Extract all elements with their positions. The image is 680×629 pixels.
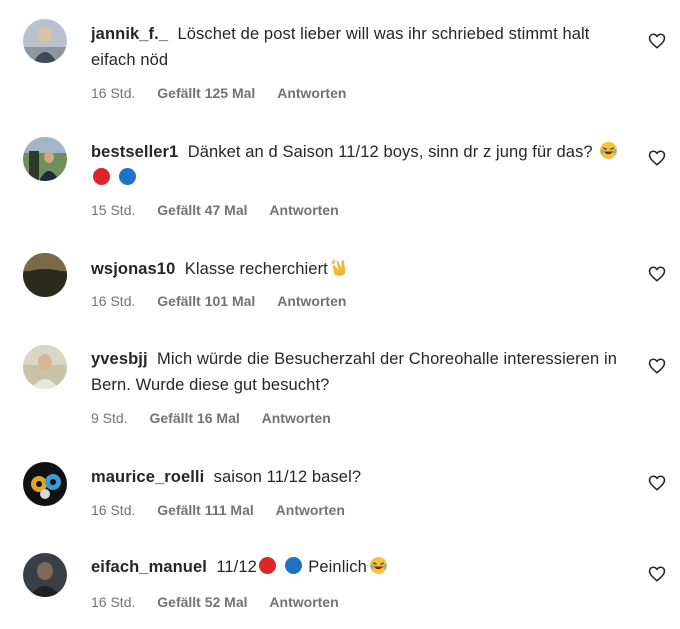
comment-body: Dänket an d Saison 11/12 boys, sinn dr z…: [187, 143, 593, 161]
avatar-photo-icon: [23, 137, 67, 181]
avatar[interactable]: [23, 137, 67, 181]
comment-body: Mich würde die Besucherzahl der Choreoha…: [91, 350, 618, 394]
comment-meta: 9 Std. Gefällt 16 Mal Antworten: [91, 410, 349, 426]
avatar-photo-icon: [23, 19, 67, 63]
reply-button[interactable]: Antworten: [277, 293, 346, 309]
comment-username[interactable]: maurice_roelli: [91, 468, 204, 486]
comment-meta: 15 Std. Gefällt 47 Mal Antworten: [91, 202, 357, 218]
comment-text: wsjonas10 Klasse recherchiert: [91, 256, 626, 282]
comment-username[interactable]: bestseller1: [91, 143, 178, 161]
comment-text: jannik_f._ Löschet de post lieber will w…: [91, 21, 626, 73]
reply-button[interactable]: Antworten: [269, 202, 338, 218]
comment-time[interactable]: 16 Std.: [91, 594, 135, 610]
comment-username[interactable]: eifach_manuel: [91, 558, 207, 576]
comment-body: Klasse recherchiert: [184, 260, 328, 278]
heart-icon[interactable]: [648, 32, 666, 50]
comment-time[interactable]: 16 Std.: [91, 293, 135, 309]
comment-text: maurice_roelli saison 11/12 basel?: [91, 464, 626, 490]
heart-icon[interactable]: [648, 565, 666, 583]
heart-icon[interactable]: [648, 357, 666, 375]
heart-icon[interactable]: [648, 149, 666, 167]
comment-body: 11/12: [216, 558, 257, 576]
comment-text: eifach_manuel 11/12 Peinlich: [91, 554, 626, 580]
reply-button[interactable]: Antworten: [269, 594, 338, 610]
comment-username[interactable]: wsjonas10: [91, 260, 175, 278]
avatar-photo-icon: [23, 345, 67, 389]
avatar[interactable]: [23, 553, 67, 597]
comment-text: yvesbjj Mich würde die Besucherzahl der …: [91, 346, 626, 398]
comment-likes[interactable]: Gefällt 101 Mal: [157, 293, 255, 309]
heart-icon[interactable]: [648, 265, 666, 283]
comment-username[interactable]: jannik_f._: [91, 25, 168, 43]
comment-body: saison 11/12 basel?: [213, 468, 362, 486]
avatar-photo-icon: [23, 462, 67, 506]
heart-icon[interactable]: [648, 474, 666, 492]
reply-button[interactable]: Antworten: [262, 410, 331, 426]
comment-time[interactable]: 15 Std.: [91, 202, 135, 218]
avatar-photo-icon: [23, 253, 67, 297]
avatar[interactable]: [23, 462, 67, 506]
blue-circle-icon: [118, 168, 136, 185]
laughing-emoji-icon: [600, 141, 618, 160]
comment-meta: 16 Std. Gefällt 125 Mal Antworten: [91, 85, 364, 101]
comment-meta: 16 Std. Gefällt 52 Mal Antworten: [91, 594, 357, 610]
comment-meta: 16 Std. Gefällt 101 Mal Antworten: [91, 293, 364, 309]
comment-likes[interactable]: Gefällt 47 Mal: [157, 202, 247, 218]
reply-button[interactable]: Antworten: [277, 85, 346, 101]
laughing-emoji-icon: [369, 556, 387, 575]
comment-time[interactable]: 16 Std.: [91, 85, 135, 101]
avatar[interactable]: [23, 19, 67, 63]
reply-button[interactable]: Antworten: [276, 502, 345, 518]
comment-likes[interactable]: Gefällt 111 Mal: [157, 502, 254, 518]
comment-time[interactable]: 9 Std.: [91, 410, 128, 426]
red-circle-icon: [258, 557, 276, 574]
comment-meta: 16 Std. Gefällt 111 Mal Antworten: [91, 502, 363, 518]
comment-username[interactable]: yvesbjj: [91, 350, 148, 368]
comment-text: bestseller1 Dänket an d Saison 11/12 boy…: [91, 139, 626, 191]
comment-likes[interactable]: Gefällt 125 Mal: [157, 85, 255, 101]
avatar-photo-icon: [23, 553, 67, 597]
avatar[interactable]: [23, 253, 67, 297]
comment-body: Peinlich: [308, 558, 367, 576]
comment-time[interactable]: 16 Std.: [91, 502, 135, 518]
avatar[interactable]: [23, 345, 67, 389]
red-circle-icon: [93, 168, 110, 185]
comment-likes[interactable]: Gefällt 16 Mal: [149, 410, 239, 426]
clapping-hands-emoji-icon: [331, 259, 346, 277]
blue-circle-icon: [284, 557, 302, 574]
comment-likes[interactable]: Gefällt 52 Mal: [157, 594, 247, 610]
